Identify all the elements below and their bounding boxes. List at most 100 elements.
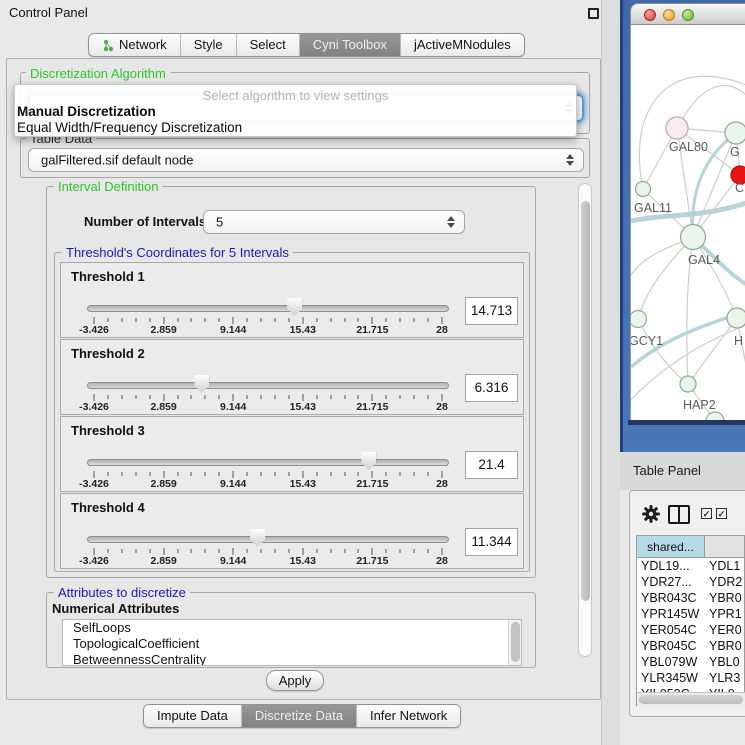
table-row[interactable]: YPR145W YPR1 xyxy=(637,606,745,622)
threshold-value-field[interactable]: 21.4 xyxy=(465,451,518,479)
table-row[interactable]: YBR043C YBR0 xyxy=(637,590,745,606)
interval-definition-label: Interval Definition xyxy=(54,179,162,194)
tick-label: -3.426 xyxy=(79,555,109,567)
column-header-shared[interactable]: shared... xyxy=(637,536,705,558)
table-row[interactable]: YDL19... YDL1 xyxy=(637,558,745,574)
tick-mark xyxy=(219,472,220,476)
cell-shared-name[interactable]: YBR043C xyxy=(641,590,704,606)
scrollbar-thumb[interactable] xyxy=(639,695,743,704)
slider-handle[interactable] xyxy=(361,452,376,470)
tick-mark xyxy=(316,318,317,322)
table-row[interactable]: YER054C YER0 xyxy=(637,622,745,638)
list-item[interactable]: SelfLoops xyxy=(63,620,521,636)
slider-ticks xyxy=(94,547,442,555)
slider-handle[interactable] xyxy=(194,375,209,393)
tick-mark xyxy=(330,549,331,553)
threshold-label: Threshold 4 xyxy=(71,500,145,515)
table-row[interactable]: YDR27... YDR2 xyxy=(637,574,745,590)
zoom-traffic-light-icon[interactable] xyxy=(682,9,694,21)
slider-track[interactable] xyxy=(87,305,449,312)
close-traffic-light-icon[interactable] xyxy=(644,9,656,21)
network-canvas[interactable]: GAL80GCGAL11GAL4GCY1HHAP2 xyxy=(630,25,745,420)
cell-shared-name[interactable]: YBL079W xyxy=(641,654,704,670)
network-node-h[interactable] xyxy=(727,308,745,328)
threshold-label: Threshold 3 xyxy=(71,423,145,438)
cell-name[interactable]: YDR2 xyxy=(709,574,742,590)
tick-label: 28 xyxy=(436,401,448,413)
table-row[interactable]: YBR045C YBR0 xyxy=(637,638,745,654)
cell-name[interactable]: YLR3 xyxy=(709,670,740,686)
tab-style[interactable]: Style xyxy=(181,34,237,56)
slider-track[interactable] xyxy=(87,536,449,543)
apply-button[interactable]: Apply xyxy=(266,670,324,691)
cell-shared-name[interactable]: YER054C xyxy=(641,622,704,638)
node-table: shared... n YDL19...YDL1YDR27...YDR2YBR0… xyxy=(636,535,745,706)
tick-mark xyxy=(107,318,108,322)
tick-mark xyxy=(191,395,192,399)
tab-discretize-data[interactable]: Discretize Data xyxy=(242,705,357,727)
tab-cyni-toolbox[interactable]: Cyni Toolbox xyxy=(300,34,401,56)
tab-infer-network[interactable]: Infer Network xyxy=(357,705,460,727)
split-columns-icon[interactable] xyxy=(668,505,690,524)
threshold-value-field[interactable]: 6.316 xyxy=(465,374,518,402)
network-node-gal4[interactable] xyxy=(681,225,706,250)
cell-shared-name[interactable]: YPR145W xyxy=(641,606,704,622)
network-node-gal80[interactable] xyxy=(666,117,688,139)
checkbox-icon[interactable]: ✓ xyxy=(701,508,712,519)
slider-handle[interactable] xyxy=(250,529,265,547)
cell-name[interactable]: YDL1 xyxy=(709,558,740,574)
network-window-titlebar[interactable] xyxy=(630,3,745,25)
main-vertical-scrollbar[interactable] xyxy=(578,183,592,657)
dropdown-option[interactable]: Equal Width/Frequency Discretization xyxy=(17,120,574,136)
network-window[interactable]: GAL80GCGAL11GAL4GCY1HHAP2 xyxy=(630,3,745,420)
network-node-gcy1[interactable] xyxy=(631,311,647,328)
cell-shared-name[interactable]: YDR27... xyxy=(641,574,704,590)
table-horizontal-scrollbar[interactable] xyxy=(637,692,745,706)
cell-name[interactable]: YBR0 xyxy=(709,590,742,606)
threshold-value-field[interactable]: 14.713 xyxy=(465,297,518,325)
gear-icon[interactable] xyxy=(641,504,661,524)
tick-mark xyxy=(428,395,429,399)
tick-mark xyxy=(177,318,178,322)
tab-label: Select xyxy=(250,34,286,56)
list-item[interactable]: BetweennessCentrality xyxy=(63,652,521,666)
cell-name[interactable]: YPR1 xyxy=(709,606,742,622)
number-of-intervals-combobox[interactable]: 5 xyxy=(203,210,465,234)
tick-mark xyxy=(121,549,122,553)
minimize-traffic-light-icon[interactable] xyxy=(663,9,675,21)
dropdown-option[interactable]: Manual Discretization xyxy=(17,104,574,120)
checkbox-icon[interactable]: ✓ xyxy=(716,508,727,519)
cell-name[interactable]: YBL0 xyxy=(709,654,740,670)
threshold-panel: Threshold 3-3.4262.8599.14415.4321.71528… xyxy=(60,416,524,492)
panel-divider[interactable] xyxy=(601,0,620,745)
cell-name[interactable]: YBR0 xyxy=(709,638,742,654)
tick-label: 2.859 xyxy=(150,324,176,336)
cell-shared-name[interactable]: YDL19... xyxy=(641,558,704,574)
network-node-hap2[interactable] xyxy=(680,376,696,392)
column-header-name[interactable]: n xyxy=(705,536,745,558)
cell-name[interactable]: YER0 xyxy=(709,622,742,638)
table-row[interactable]: YLR345W YLR3 xyxy=(637,670,745,686)
float-window-icon[interactable] xyxy=(588,8,599,19)
cell-shared-name[interactable]: YBR045C xyxy=(641,638,704,654)
threshold-value-field[interactable]: 11.344 xyxy=(465,528,518,556)
slider-track[interactable] xyxy=(87,459,449,466)
list-item[interactable]: TopologicalCoefficient xyxy=(63,636,521,652)
table-header-row: shared... n xyxy=(637,536,745,558)
number-of-intervals-label: Number of Intervals xyxy=(84,214,206,229)
numerical-attributes-list[interactable]: SelfLoopsTopologicalCoefficientBetweenne… xyxy=(62,619,522,666)
slider-handle[interactable] xyxy=(287,298,302,316)
scrollbar-thumb[interactable] xyxy=(581,201,590,601)
slider-track[interactable] xyxy=(87,382,449,389)
table-data-combobox[interactable]: galFiltered.sif default node xyxy=(28,148,584,172)
network-node-g[interactable] xyxy=(725,122,745,144)
table-row[interactable]: YBL079W YBL0 xyxy=(637,654,745,670)
cell-shared-name[interactable]: YLR345W xyxy=(641,670,704,686)
tab-select[interactable]: Select xyxy=(237,34,300,56)
network-node-gal11[interactable] xyxy=(636,182,651,197)
tab-jactivemnodules[interactable]: jActiveMNodules xyxy=(401,34,524,56)
tab-impute-data[interactable]: Impute Data xyxy=(144,705,242,727)
tab-network[interactable]: Network xyxy=(89,34,181,56)
list-scrollbar[interactable] xyxy=(508,620,521,665)
scrollbar-thumb[interactable] xyxy=(511,622,520,662)
